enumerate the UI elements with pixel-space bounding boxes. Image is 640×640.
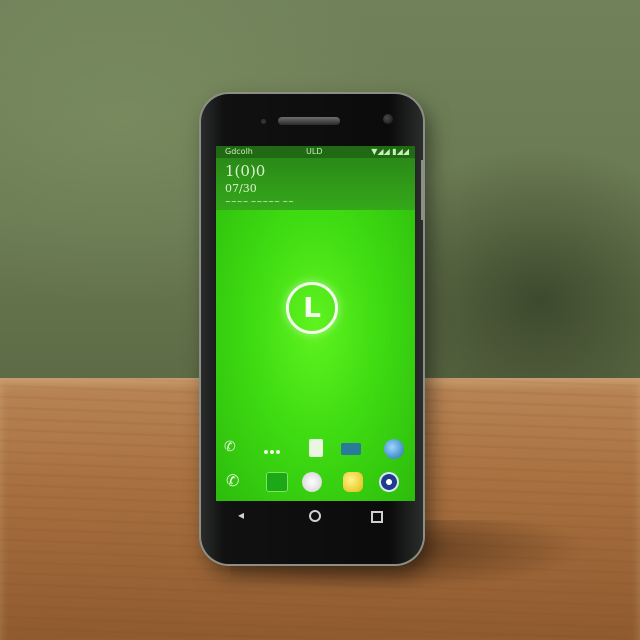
logo-letter: L [303,291,321,324]
home-icon[interactable] [309,510,321,522]
camera-icon[interactable] [379,472,399,492]
app-grid-icon[interactable] [302,472,322,492]
carrier-label: Gdcolh [225,147,253,156]
clock-subtitle: ~~~~ ~~~~~ ~~ [225,198,294,206]
smartphone: Gdcolh ULD ▼◢◢ ▮◢◢ 1(0)0 07/30 ~~~~ ~~~~… [201,94,423,564]
app-dock: ✆ [216,468,415,498]
navigation-bar: ◂ [221,506,411,526]
dots-icon[interactable] [264,439,288,459]
yellow-app-icon[interactable] [343,472,363,492]
status-center-text: ULD [306,147,323,156]
circle-logo-icon[interactable]: L [286,282,338,334]
proximity-sensor [261,119,266,124]
phone-screen: Gdcolh ULD ▼◢◢ ▮◢◢ 1(0)0 07/30 ~~~~ ~~~~… [216,146,415,501]
recents-icon[interactable] [371,511,383,523]
phone-icon[interactable]: ✆ [224,439,244,459]
earpiece-speaker [278,117,340,125]
sim-icon[interactable] [309,439,323,457]
message-icon[interactable] [341,443,361,455]
signal-icon: ▼◢◢ ▮◢◢ [371,147,409,156]
back-icon[interactable]: ◂ [238,508,244,522]
app-row: ✆ [216,435,415,465]
dialer-icon[interactable]: ✆ [226,471,246,491]
clock-time: 1(0)0 [225,162,266,180]
front-camera-icon [383,114,393,124]
clock-date: 07/30 [225,182,257,195]
app-square-icon[interactable] [266,472,288,492]
globe-icon[interactable] [384,439,404,459]
wallpaper: L ✆ ✆ [216,210,415,501]
side-button [421,160,424,220]
status-bar: Gdcolh ULD ▼◢◢ ▮◢◢ [216,146,415,158]
lockscreen-header: 1(0)0 07/30 ~~~~ ~~~~~ ~~ [216,158,415,210]
